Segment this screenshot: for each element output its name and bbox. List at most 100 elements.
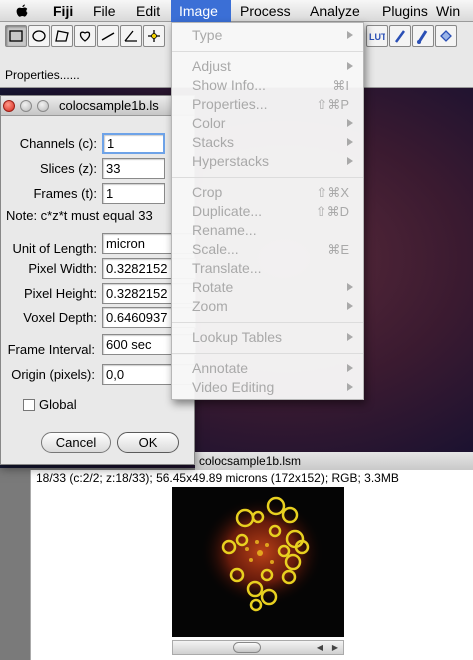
- menu-analyze[interactable]: Analyze: [302, 0, 368, 22]
- menu-item-shortcut: ⇧⌘X: [316, 185, 349, 200]
- zoom-window-icon[interactable]: [37, 100, 49, 112]
- dialog-note: Note: c*z*t must equal 33: [6, 208, 153, 223]
- apple-icon[interactable]: [14, 3, 30, 19]
- ok-button[interactable]: OK: [117, 432, 179, 453]
- submenu-arrow-icon: [347, 283, 353, 291]
- menu-separator: [172, 177, 363, 178]
- menu-plugins[interactable]: Plugins: [374, 0, 436, 22]
- scroll-right-arrow-icon[interactable]: ▶: [328, 641, 342, 654]
- menu-item-label: Hyperstacks: [192, 153, 270, 169]
- pixel-width-label: Pixel Width:: [28, 261, 97, 276]
- global-label: Global: [39, 397, 77, 412]
- point-tool-icon[interactable]: [143, 25, 165, 47]
- menu-item-label: Duplicate...: [192, 203, 263, 219]
- origin-label: Origin (pixels):: [11, 367, 95, 382]
- menu-item-rotate[interactable]: Rotate: [172, 278, 363, 297]
- menu-item-shortcut: ⌘I: [332, 78, 349, 93]
- menu-item-shortcut: ⇧⌘D: [315, 204, 349, 219]
- image-menu-dropdown: Type Adjust Show Info... ⌘I Properties... ⇧⌘P…: [171, 22, 364, 400]
- cell-fluorescence-image: [172, 487, 344, 637]
- menu-item-translate[interactable]: Translate...: [172, 259, 363, 278]
- submenu-arrow-icon: [347, 119, 353, 127]
- menu-item-label: Annotate: [192, 360, 249, 376]
- submenu-arrow-icon: [347, 383, 353, 391]
- menu-item-label: Lookup Tables: [192, 329, 283, 345]
- menu-item-stacks[interactable]: Stacks: [172, 133, 363, 152]
- menu-item-annotate[interactable]: Annotate: [172, 359, 363, 378]
- line-tool-icon[interactable]: [97, 25, 119, 47]
- menu-item-label: Properties...: [192, 96, 268, 112]
- properties-dialog: colocsample1b.ls Channels (c): 1 Slices …: [0, 95, 196, 465]
- toolbar-status-label: Properties......: [5, 68, 80, 82]
- brush-tool-icon[interactable]: [412, 25, 434, 47]
- menu-file[interactable]: File: [85, 0, 124, 22]
- menu-item-label: Show Info...: [192, 77, 266, 93]
- pencil-tool-icon[interactable]: [389, 25, 411, 47]
- scroll-left-arrow-icon[interactable]: ◀: [313, 641, 327, 654]
- menu-item-label: Crop: [192, 184, 223, 200]
- freehand-tool-icon[interactable]: [74, 25, 96, 47]
- frame-interval-label: Frame Interval:: [7, 342, 95, 357]
- menu-item-shortcut: ⇧⌘P: [316, 97, 349, 112]
- menu-bar: Fiji File Edit Image Process Analyze Plu…: [0, 0, 473, 22]
- image-scrollbar[interactable]: ◀ ▶: [172, 640, 344, 655]
- menu-item-label: Type: [192, 27, 223, 43]
- menu-item-lookup-tables[interactable]: Lookup Tables: [172, 328, 363, 347]
- frames-label: Frames (t):: [33, 186, 97, 201]
- thumbnail-image[interactable]: [172, 487, 344, 637]
- polygon-tool-icon[interactable]: [51, 25, 73, 47]
- menu-item-duplicate[interactable]: Duplicate... ⇧⌘D: [172, 202, 363, 221]
- dialog-title-bar[interactable]: colocsample1b.ls: [1, 96, 194, 116]
- menu-item-hyperstacks[interactable]: Hyperstacks: [172, 152, 363, 171]
- submenu-arrow-icon: [347, 364, 353, 372]
- menu-item-rename[interactable]: Rename...: [172, 221, 363, 240]
- submenu-arrow-icon: [347, 138, 353, 146]
- dialog-title: colocsample1b.ls: [59, 98, 159, 113]
- cancel-button[interactable]: Cancel: [41, 432, 111, 453]
- menu-item-label: Stacks: [192, 134, 235, 150]
- submenu-arrow-icon: [347, 157, 353, 165]
- channels-field[interactable]: 1: [102, 133, 165, 154]
- menu-item-type[interactable]: Type: [172, 26, 363, 45]
- menu-item-label: Translate...: [192, 260, 262, 276]
- oval-tool-icon[interactable]: [28, 25, 50, 47]
- menu-item-zoom[interactable]: Zoom: [172, 297, 363, 316]
- lut-tool-icon[interactable]: LUT: [366, 25, 388, 47]
- menu-fiji[interactable]: Fiji: [45, 0, 81, 22]
- submenu-arrow-icon: [347, 302, 353, 310]
- menu-item-adjust[interactable]: Adjust: [172, 57, 363, 76]
- frames-field[interactable]: 1: [102, 183, 165, 204]
- menu-image[interactable]: Image: [171, 0, 231, 22]
- menu-window[interactable]: Win: [428, 0, 468, 22]
- menu-item-show-info[interactable]: Show Info... ⌘I: [172, 76, 363, 95]
- menu-item-label: Scale...: [192, 241, 239, 257]
- unit-label: Unit of Length:: [12, 241, 97, 256]
- submenu-arrow-icon: [347, 62, 353, 70]
- image-info-line: 18/33 (c:2/2; z:18/33); 56.45x49.89 micr…: [36, 471, 399, 485]
- menu-process[interactable]: Process: [232, 0, 299, 22]
- menu-item-color[interactable]: Color: [172, 114, 363, 133]
- menu-item-label: Rotate: [192, 279, 234, 295]
- menu-item-label: Adjust: [192, 58, 231, 74]
- lut-label: LUT: [369, 32, 385, 42]
- close-window-icon[interactable]: [3, 100, 15, 112]
- slices-label: Slices (z):: [39, 161, 97, 176]
- menu-item-scale[interactable]: Scale... ⌘E: [172, 240, 363, 259]
- global-checkbox[interactable]: [23, 399, 35, 411]
- flood-fill-tool-icon[interactable]: [435, 25, 457, 47]
- image-window-title[interactable]: colocsample1b.lsm: [195, 452, 473, 470]
- menu-item-video-editing[interactable]: Video Editing: [172, 378, 363, 397]
- menu-item-properties[interactable]: Properties... ⇧⌘P: [172, 95, 363, 114]
- angle-tool-icon[interactable]: [120, 25, 142, 47]
- minimize-window-icon[interactable]: [20, 100, 32, 112]
- scrollbar-thumb[interactable]: [233, 642, 261, 653]
- menu-separator: [172, 51, 363, 52]
- menu-item-label: Rename...: [192, 222, 257, 238]
- menu-item-crop[interactable]: Crop ⇧⌘X: [172, 183, 363, 202]
- menu-edit[interactable]: Edit: [128, 0, 168, 22]
- menu-item-label: Color: [192, 115, 226, 131]
- submenu-arrow-icon: [347, 31, 353, 39]
- pixel-height-label: Pixel Height:: [24, 286, 97, 301]
- slices-field[interactable]: 33: [102, 158, 165, 179]
- rectangle-tool-icon[interactable]: [5, 25, 27, 47]
